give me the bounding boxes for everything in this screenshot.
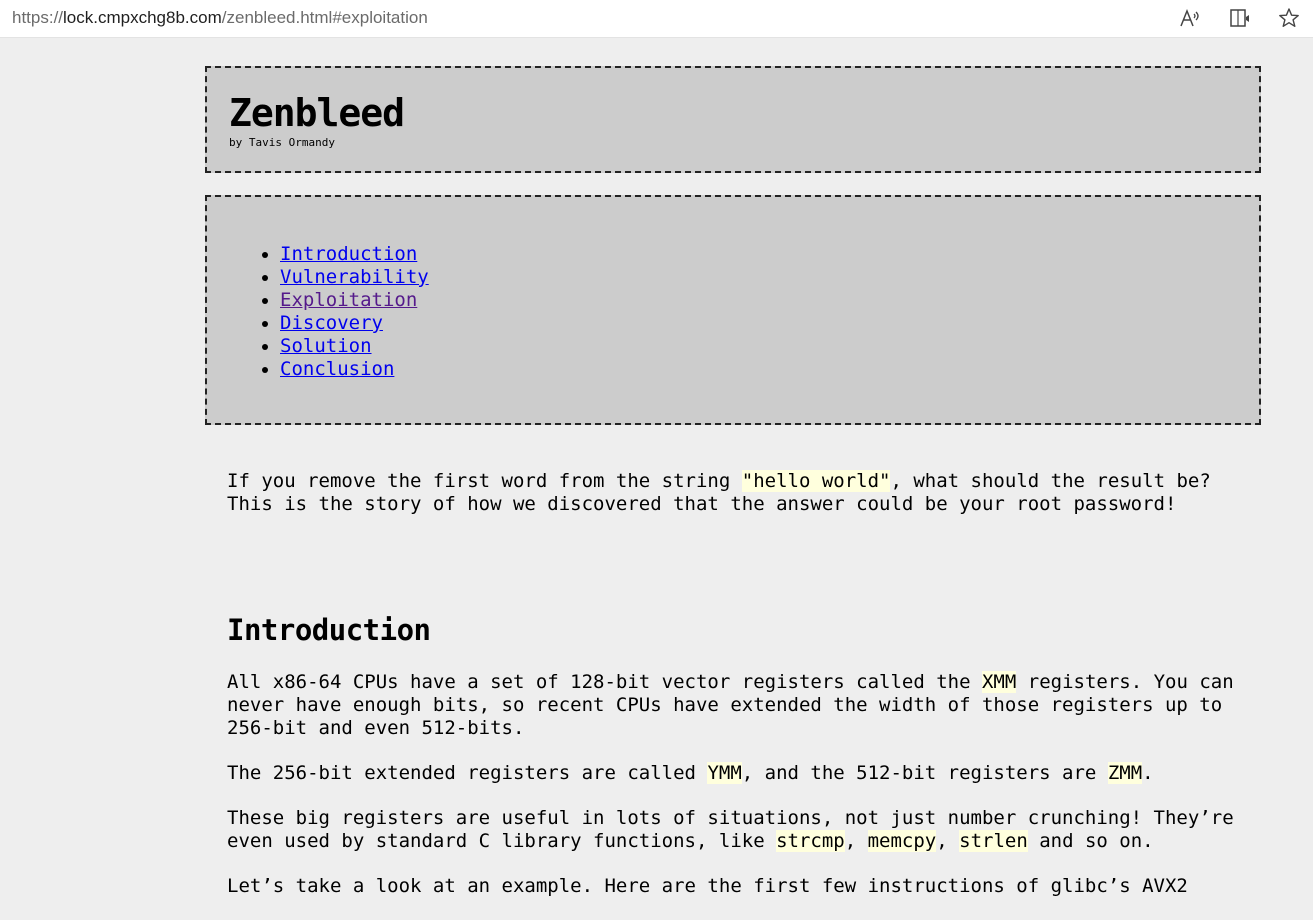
toc-link-conclusion[interactable]: Conclusion: [280, 358, 394, 380]
toc-item: Vulnerability: [280, 266, 429, 289]
paragraph-text: ,: [936, 830, 960, 852]
article-body: If you remove the first word from the st…: [227, 470, 1247, 920]
paragraph-text: .: [1142, 762, 1154, 784]
inline-code: "hello world": [741, 470, 891, 492]
toc-item: Exploitation: [280, 289, 429, 312]
paragraph: The 256-bit extended registers are calle…: [227, 762, 1247, 785]
toc-link-exploitation[interactable]: Exploitation: [280, 289, 417, 311]
url-scheme: https://: [12, 8, 64, 27]
paragraph-text: , and the 512-bit registers are: [741, 762, 1108, 784]
paragraph: All x86-64 CPUs have a set of 128-bit ve…: [227, 671, 1247, 740]
toc-link-discovery[interactable]: Discovery: [280, 312, 383, 334]
inline-code: strcmp: [776, 830, 845, 852]
inline-code: memcpy: [867, 830, 937, 852]
page-title: Zenbleed: [229, 91, 405, 135]
paragraph-text: ,: [844, 830, 868, 852]
paragraph-text: and so on.: [1027, 830, 1154, 852]
toc-link-introduction[interactable]: Introduction: [280, 243, 417, 265]
toc-item: Conclusion: [280, 358, 429, 381]
paragraph: These big registers are useful in lots o…: [227, 807, 1247, 853]
inline-code: YMM: [707, 762, 742, 784]
read-aloud-icon[interactable]: [1178, 6, 1202, 30]
url-path: /zenbleed.html#exploitation: [221, 8, 428, 27]
inline-code: ZMM: [1107, 762, 1143, 784]
toc-item: Discovery: [280, 312, 429, 335]
inline-code: strlen: [959, 830, 1028, 852]
immersive-reader-icon[interactable]: [1228, 6, 1252, 30]
intro-text: If you remove the first word from the st…: [227, 470, 742, 492]
toc-link-solution[interactable]: Solution: [280, 335, 372, 357]
favorite-star-icon[interactable]: [1277, 6, 1301, 30]
intro-paragraph: If you remove the first word from the st…: [227, 470, 1247, 516]
browser-toolbar: https://lock.cmpxchg8b.com/zenbleed.html…: [0, 0, 1313, 38]
inline-code: XMM: [981, 671, 1017, 693]
header-box: Zenbleed by Tavis Ormandy: [205, 66, 1261, 173]
table-of-contents: Introduction Vulnerability Exploitation …: [205, 195, 1261, 425]
paragraph: Let’s take a look at an example. Here ar…: [227, 875, 1188, 897]
toc-list: Introduction Vulnerability Exploitation …: [229, 243, 429, 381]
author-byline: by Tavis Ormandy: [229, 136, 335, 149]
toc-link-vulnerability[interactable]: Vulnerability: [280, 266, 429, 288]
paragraph-text: All x86-64 CPUs have a set of 128-bit ve…: [227, 671, 982, 693]
address-bar[interactable]: https://lock.cmpxchg8b.com/zenbleed.html…: [12, 8, 428, 28]
toc-item: Solution: [280, 335, 429, 358]
section-heading-introduction: Introduction: [227, 613, 431, 647]
paragraph-text: The 256-bit extended registers are calle…: [227, 762, 708, 784]
url-host: lock.cmpxchg8b.com: [63, 8, 222, 27]
toc-item: Introduction: [280, 243, 429, 266]
